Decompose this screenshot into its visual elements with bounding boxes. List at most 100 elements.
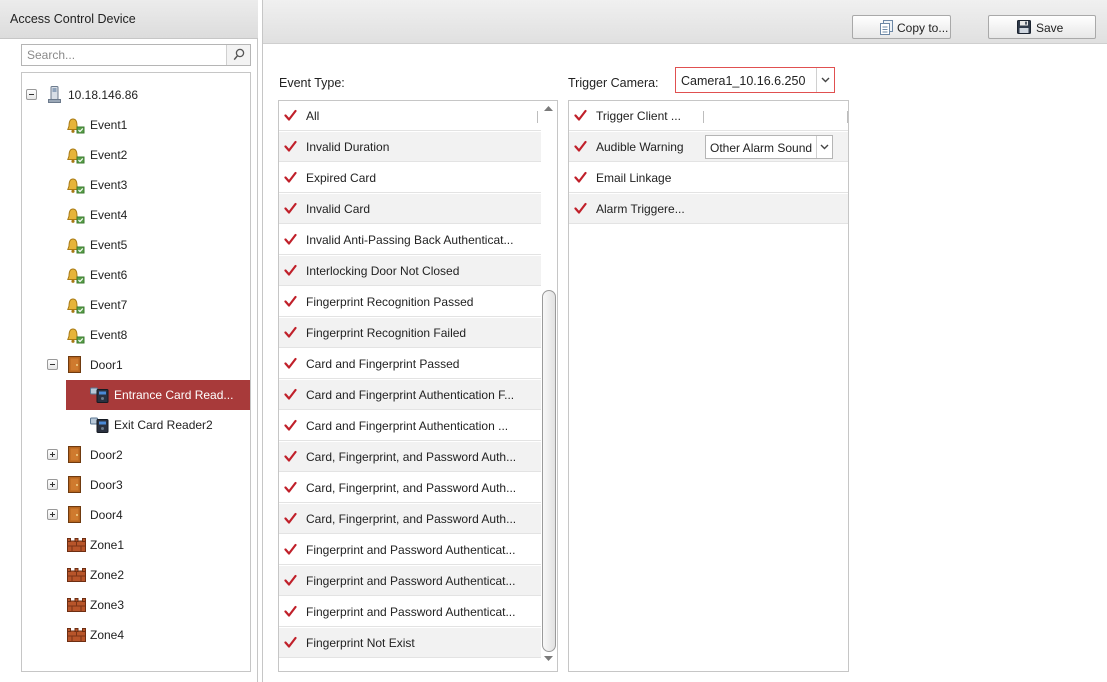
tree-item-zone2[interactable]: Zone2 (22, 560, 250, 590)
copy-icon (880, 20, 893, 35)
tree-item-event4[interactable]: Event4 (22, 200, 250, 230)
tree-item-label: Zone3 (90, 598, 125, 612)
event-type-row[interactable]: Invalid Card (279, 194, 541, 224)
event-type-row[interactable]: Expired Card (279, 163, 541, 193)
checkmark-icon (574, 171, 587, 183)
tree-item-door1[interactable]: Door1 (22, 350, 250, 380)
event-checkbox[interactable] (284, 388, 297, 404)
checkmark-icon (284, 543, 297, 555)
event-checkbox[interactable] (284, 357, 297, 373)
event-type-label-text: Invalid Duration (306, 140, 390, 154)
tree-item-device[interactable]: 10.18.146.86 (22, 80, 250, 110)
tree-item-door2[interactable]: Door2 (22, 440, 250, 470)
event-checkbox[interactable] (284, 140, 297, 156)
scrollbar-thumb[interactable] (542, 290, 556, 652)
tree-item-zone4[interactable]: Zone4 (22, 620, 250, 650)
camera-dropdown-button[interactable] (816, 68, 834, 92)
search-input[interactable] (22, 45, 226, 65)
event-checkbox[interactable] (284, 481, 297, 497)
event-type-row[interactable]: All (279, 101, 541, 131)
panel-header: Access Control Device (0, 0, 258, 39)
alarm-sound-select[interactable]: Other Alarm Sound (705, 135, 833, 159)
event-type-row[interactable]: Card and Fingerprint Passed (279, 349, 541, 379)
expand-toggle-icon[interactable] (47, 449, 58, 460)
event-list-scrollbar[interactable] (540, 100, 558, 672)
linkage-checkbox[interactable] (574, 202, 587, 218)
event-checkbox[interactable] (284, 543, 297, 559)
event-checkbox[interactable] (284, 264, 297, 280)
event-type-row[interactable]: Card, Fingerprint, and Password Auth... (279, 473, 541, 503)
search-button[interactable] (226, 45, 250, 65)
event-type-row[interactable]: Fingerprint Recognition Failed (279, 318, 541, 348)
trigger-camera-select[interactable]: Camera1_10.16.6.250 (675, 67, 835, 93)
event-checkbox[interactable] (284, 512, 297, 528)
event-type-row[interactable]: Card and Fingerprint Authentication F... (279, 380, 541, 410)
linkage-checkbox[interactable] (574, 171, 587, 187)
linkage-checkbox[interactable] (574, 109, 587, 125)
event-type-row[interactable]: Invalid Duration (279, 132, 541, 162)
event-checkbox[interactable] (284, 450, 297, 466)
linkage-row[interactable]: Email Linkage (569, 163, 848, 193)
tree-item-door4[interactable]: Door4 (22, 500, 250, 530)
event-type-row[interactable]: Fingerprint Not Exist (279, 628, 541, 658)
event-type-row[interactable]: Interlocking Door Not Closed (279, 256, 541, 286)
linkage-label: Alarm Triggere... (596, 202, 685, 216)
event-type-row[interactable]: Fingerprint Recognition Passed (279, 287, 541, 317)
tree-item-label: Door3 (90, 478, 123, 492)
event-type-row[interactable]: Fingerprint and Password Authenticat... (279, 535, 541, 565)
tree-item-zone1[interactable]: Zone1 (22, 530, 250, 560)
scroll-up-icon[interactable] (544, 106, 553, 111)
event-type-row[interactable]: Invalid Anti-Passing Back Authenticat... (279, 225, 541, 255)
expand-toggle-icon[interactable] (47, 509, 58, 520)
event-checkbox[interactable] (284, 574, 297, 590)
door-icon (68, 356, 81, 373)
linkage-row[interactable]: Trigger Client ... (569, 101, 848, 131)
event-type-label-text: Fingerprint and Password Authenticat... (306, 605, 516, 619)
toolbar: Copy to... Save (263, 0, 1107, 44)
copy-to-button[interactable]: Copy to... (852, 15, 951, 39)
event-checkbox[interactable] (284, 419, 297, 435)
tree-item-label: Zone1 (90, 538, 125, 552)
event-checkbox[interactable] (284, 605, 297, 621)
linkage-row[interactable]: Alarm Triggere... (569, 194, 848, 224)
copy-to-label: Copy to... (897, 21, 949, 35)
alarm-event-icon (67, 298, 85, 314)
save-button[interactable]: Save (988, 15, 1096, 39)
tree-item-event3[interactable]: Event3 (22, 170, 250, 200)
tree-item-exit-reader[interactable]: Exit Card Reader2 (22, 410, 250, 440)
collapse-toggle-icon[interactable] (26, 89, 37, 100)
event-type-row[interactable]: Card and Fingerprint Authentication ... (279, 411, 541, 441)
linkage-checkbox[interactable] (574, 140, 587, 156)
event-type-row[interactable]: Fingerprint and Password Authenticat... (279, 597, 541, 627)
scroll-down-icon[interactable] (544, 656, 553, 661)
tree-item-zone3[interactable]: Zone3 (22, 590, 250, 620)
tree-item-door3[interactable]: Door3 (22, 470, 250, 500)
tree-item-event7[interactable]: Event7 (22, 290, 250, 320)
event-type-label-text: Fingerprint and Password Authenticat... (306, 543, 516, 557)
tree-item-event5[interactable]: Event5 (22, 230, 250, 260)
event-checkbox[interactable] (284, 109, 297, 125)
event-type-row[interactable]: Card, Fingerprint, and Password Auth... (279, 504, 541, 534)
tree-item-event1[interactable]: Event1 (22, 110, 250, 140)
event-checkbox[interactable] (284, 171, 297, 187)
checkmark-icon (284, 388, 297, 400)
tree-item-event2[interactable]: Event2 (22, 140, 250, 170)
event-type-label-text: Fingerprint Recognition Passed (306, 295, 474, 309)
door-icon (68, 446, 81, 463)
tree-item-event8[interactable]: Event8 (22, 320, 250, 350)
event-checkbox[interactable] (284, 326, 297, 342)
event-checkbox[interactable] (284, 202, 297, 218)
tree-item-event6[interactable]: Event6 (22, 260, 250, 290)
expand-toggle-icon[interactable] (47, 479, 58, 490)
event-type-row[interactable]: Fingerprint and Password Authenticat... (279, 566, 541, 596)
linkage-row[interactable]: Audible Warning Other Alarm Sound (569, 132, 848, 162)
collapse-toggle-icon[interactable] (47, 359, 58, 370)
tree-item-entrance-reader[interactable]: Entrance Card Read... (66, 380, 250, 410)
event-checkbox[interactable] (284, 233, 297, 249)
alarm-event-icon (67, 268, 85, 284)
event-checkbox[interactable] (284, 295, 297, 311)
sound-dropdown-button[interactable] (816, 136, 832, 158)
event-checkbox[interactable] (284, 636, 297, 652)
event-type-row[interactable]: Card, Fingerprint, and Password Auth... (279, 442, 541, 472)
linkage-label: Trigger Client ... (596, 109, 681, 123)
